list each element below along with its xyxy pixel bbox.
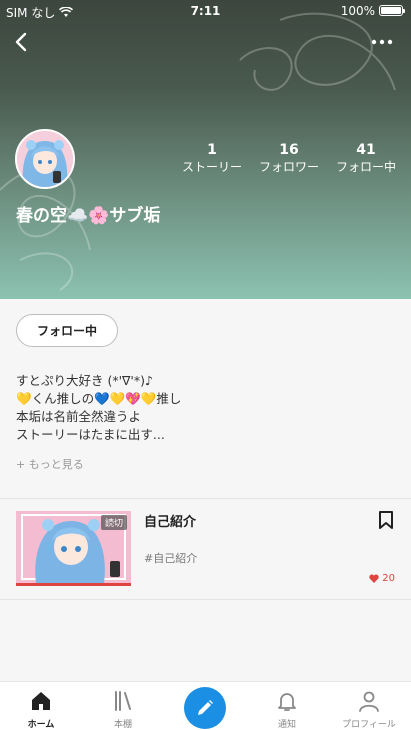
divider xyxy=(0,599,411,600)
battery-percent: 100% xyxy=(340,4,375,18)
home-icon xyxy=(32,692,50,710)
bottom-tab-bar: ホーム 本棚 通知 プロフィール xyxy=(0,681,411,730)
following-button[interactable]: フォロー中 xyxy=(16,314,118,347)
stat-following-label: フォロー中 xyxy=(335,160,396,174)
tab-home[interactable]: ホーム xyxy=(0,682,82,730)
profile-bio: すとぷり大好き (*'∇'*)♪ 💛くん推しの💙💛💖💛推し 本垢は名前全然違うよ… xyxy=(16,372,396,444)
person-icon xyxy=(359,691,379,712)
stat-stories-count: 1 xyxy=(207,142,217,158)
tab-profile-label: プロフィール xyxy=(342,720,396,730)
show-more-link[interactable]: + もっと見る xyxy=(16,456,84,472)
bio-line: ストーリーはたまに出す... xyxy=(16,427,165,442)
avatar-image xyxy=(17,131,73,187)
stat-followers-label: フォロワー xyxy=(258,160,319,174)
bio-line: すとぷり大好き (*'∇'*)♪ xyxy=(16,373,153,388)
profile-header: SIM なし 7:11 100% 1 ストーリー 16 フォロワー 41 フォロ… xyxy=(0,0,411,299)
bookshelf-icon xyxy=(115,691,131,711)
stat-followers[interactable]: 16 フォロワー xyxy=(255,142,323,175)
bio-line: 本垢は名前全然違うよ xyxy=(16,409,142,424)
battery-icon xyxy=(379,5,405,16)
story-card[interactable]: 読切 自己紹介 #自己紹介 20 xyxy=(0,499,411,599)
pencil-icon xyxy=(198,700,213,715)
stat-following[interactable]: 41 フォロー中 xyxy=(333,142,399,175)
tab-bookshelf[interactable]: 本棚 xyxy=(82,682,164,730)
bookmark-icon[interactable] xyxy=(377,510,395,530)
more-options-icon[interactable] xyxy=(369,32,395,52)
stat-stories-label: ストーリー xyxy=(181,160,242,174)
tab-home-label: ホーム xyxy=(27,720,55,730)
tab-bookshelf-label: 本棚 xyxy=(113,720,132,730)
tab-profile[interactable]: プロフィール xyxy=(328,682,410,730)
status-bar: SIM なし 7:11 100% xyxy=(0,0,411,22)
stat-stories[interactable]: 1 ストーリー xyxy=(180,142,244,175)
back-button[interactable] xyxy=(8,28,34,56)
stat-following-count: 41 xyxy=(356,142,376,158)
bell-icon xyxy=(278,693,296,711)
heart-icon xyxy=(369,574,379,583)
tab-notifications[interactable]: 通知 xyxy=(246,682,328,730)
story-thumbnail[interactable]: 読切 xyxy=(16,511,131,586)
avatar[interactable] xyxy=(15,129,75,189)
oneshot-badge: 読切 xyxy=(100,515,127,530)
like-count: 20 xyxy=(369,573,395,584)
like-count-value: 20 xyxy=(382,573,395,584)
story-tag[interactable]: #自己紹介 xyxy=(144,550,197,566)
stat-followers-count: 16 xyxy=(279,142,299,158)
write-button[interactable] xyxy=(184,687,226,729)
bio-line: 💛くん推しの💙💛💖💛推し xyxy=(16,391,182,406)
story-title[interactable]: 自己紹介 xyxy=(144,511,196,530)
display-name: 春の空☁️🌸サブ垢 xyxy=(16,206,161,226)
tab-notifications-label: 通知 xyxy=(277,720,296,730)
